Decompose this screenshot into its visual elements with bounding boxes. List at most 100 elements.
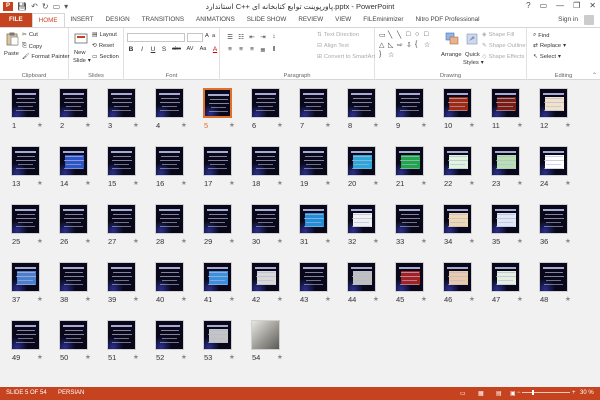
slide-preview[interactable] <box>11 262 40 292</box>
zoom-in-button[interactable]: + <box>572 390 576 396</box>
animation-star-icon[interactable]: ★ <box>517 121 523 129</box>
quick-styles-dropdown[interactable]: Styles ▾ <box>463 60 484 66</box>
slide-thumbnail[interactable]: 25 ★ <box>1 204 51 252</box>
slide-preview[interactable] <box>347 88 376 118</box>
line-spacing-icon[interactable]: ↕ <box>270 33 278 41</box>
slide-thumbnail[interactable]: 33 ★ <box>385 204 435 252</box>
slide-preview[interactable] <box>299 262 328 292</box>
slide-preview[interactable] <box>155 146 184 176</box>
animation-star-icon[interactable]: ★ <box>133 353 139 361</box>
character-spacing-button[interactable]: AV <box>185 46 195 53</box>
slide-thumbnail[interactable]: 11 ★ <box>481 88 531 136</box>
slide-thumbnail[interactable]: 43 ★ <box>289 262 339 310</box>
font-color-button[interactable]: A <box>211 46 219 53</box>
slide-preview[interactable] <box>251 262 280 292</box>
animation-star-icon[interactable]: ★ <box>421 179 427 187</box>
tab-review[interactable]: REVIEW <box>292 13 329 27</box>
slide-thumbnail[interactable]: 2 ★ <box>49 88 99 136</box>
font-name-dropdown[interactable] <box>127 33 185 42</box>
slide-preview[interactable] <box>443 262 472 292</box>
collapse-ribbon-icon[interactable]: ⌃ <box>592 72 597 79</box>
slide-thumbnail[interactable]: 37 ★ <box>1 262 51 310</box>
reset-button[interactable]: ⟲ Reset <box>92 43 114 49</box>
bracket-shape-icon[interactable]: } <box>379 51 381 58</box>
triangle-shape-icon[interactable]: △ <box>379 41 384 49</box>
increase-indent-icon[interactable]: ⇥ <box>259 33 267 41</box>
animation-star-icon[interactable]: ★ <box>181 237 187 245</box>
slide-thumbnail[interactable]: 50 ★ <box>49 320 99 368</box>
slide-thumbnail[interactable]: 53 ★ <box>193 320 243 368</box>
slide-preview[interactable] <box>11 88 40 118</box>
animation-star-icon[interactable]: ★ <box>517 295 523 303</box>
slide-thumbnail[interactable]: 38 ★ <box>49 262 99 310</box>
animation-star-icon[interactable]: ★ <box>229 179 235 187</box>
slide-thumbnail[interactable]: 13 ★ <box>1 146 51 194</box>
slide-thumbnail[interactable]: 54 ★ <box>241 320 291 368</box>
slide-preview[interactable] <box>11 146 40 176</box>
slide-thumbnail[interactable]: 39 ★ <box>97 262 147 310</box>
slide-thumbnail[interactable]: 6 ★ <box>241 88 291 136</box>
copy-button[interactable]: ⎘ Copy <box>22 43 42 50</box>
sign-in-link[interactable]: Sign in <box>558 13 578 27</box>
tab-insert[interactable]: INSERT <box>65 13 100 27</box>
bullets-icon[interactable]: ☰ <box>226 33 234 41</box>
animation-star-icon[interactable]: ★ <box>565 237 571 245</box>
slide-thumbnail[interactable]: 36 ★ <box>529 204 579 252</box>
animation-star-icon[interactable]: ★ <box>373 121 379 129</box>
align-left-icon[interactable]: ≡ <box>226 46 234 54</box>
oval-shape-icon[interactable]: ○ <box>415 31 419 38</box>
paste-icon[interactable] <box>5 32 19 46</box>
animation-star-icon[interactable]: ★ <box>421 237 427 245</box>
change-case-button[interactable]: Aa <box>198 46 208 53</box>
slide-thumbnail[interactable]: 46 ★ <box>433 262 483 310</box>
slide-preview[interactable] <box>11 204 40 234</box>
slide-preview[interactable] <box>395 262 424 292</box>
animation-star-icon[interactable]: ★ <box>85 295 91 303</box>
tab-transitions[interactable]: TRANSITIONS <box>136 13 190 27</box>
animation-star-icon[interactable]: ★ <box>181 353 187 361</box>
shape-effects-button[interactable]: ◇ Shape Effects <box>482 54 524 60</box>
format-painter-button[interactable]: 🖌︎ Format Painter <box>22 54 70 60</box>
animation-star-icon[interactable]: ★ <box>325 295 331 303</box>
slide-thumbnail[interactable]: 20 ★ <box>337 146 387 194</box>
convert-smartart-button[interactable]: ⊞ Convert to SmartArt <box>317 54 375 60</box>
slide-thumbnail[interactable]: 41 ★ <box>193 262 243 310</box>
line-shape-icon[interactable]: ╲ <box>388 31 392 39</box>
select-button[interactable]: ↖ Select ▾ <box>533 54 561 60</box>
animation-star-icon[interactable]: ★ <box>229 353 235 361</box>
slide-preview[interactable] <box>155 88 184 118</box>
tab-fileminimizer[interactable]: FILEminimizer <box>357 13 409 27</box>
animation-star-icon[interactable]: ★ <box>373 295 379 303</box>
slide-thumbnail[interactable]: 34 ★ <box>433 204 483 252</box>
slide-thumbnail[interactable]: 1 ★ <box>1 88 51 136</box>
animation-star-icon[interactable]: ★ <box>469 121 475 129</box>
slide-preview[interactable] <box>539 204 568 234</box>
slide-thumbnail[interactable]: 24 ★ <box>529 146 579 194</box>
slide-thumbnail[interactable]: 28 ★ <box>145 204 195 252</box>
text-shadow-button[interactable]: S <box>160 46 168 53</box>
zoom-level[interactable]: 30 % <box>580 390 594 396</box>
slide-preview[interactable] <box>59 262 88 292</box>
animation-star-icon[interactable]: ★ <box>85 179 91 187</box>
slide-preview[interactable] <box>395 204 424 234</box>
animation-star-icon[interactable]: ★ <box>373 237 379 245</box>
animation-star-icon[interactable]: ★ <box>277 121 283 129</box>
rectangle-shape-icon-2[interactable]: □ <box>424 31 428 38</box>
slide-thumbnail[interactable]: 19 ★ <box>289 146 339 194</box>
slide-thumbnail[interactable]: 47 ★ <box>481 262 531 310</box>
restore-icon[interactable]: ❐ <box>573 1 580 10</box>
slide-thumbnail[interactable]: 23 ★ <box>481 146 531 194</box>
slide-thumbnail[interactable]: 35 ★ <box>481 204 531 252</box>
slide-preview[interactable] <box>155 320 184 350</box>
slide-preview[interactable] <box>251 146 280 176</box>
replace-button[interactable]: ⇄ Replace ▾ <box>533 43 566 49</box>
slide-preview[interactable] <box>491 204 520 234</box>
find-button[interactable]: ⌕ Find <box>533 32 550 39</box>
slide-preview[interactable] <box>107 88 136 118</box>
bold-button[interactable]: B <box>127 46 135 53</box>
new-slide-button[interactable]: New <box>74 50 86 56</box>
slide-thumbnail[interactable]: 15 ★ <box>97 146 147 194</box>
textbox-shape-icon[interactable]: ▭ <box>379 31 386 39</box>
animation-star-icon[interactable]: ★ <box>517 237 523 245</box>
arrow-shape-icon[interactable]: ⇨ <box>397 41 403 49</box>
